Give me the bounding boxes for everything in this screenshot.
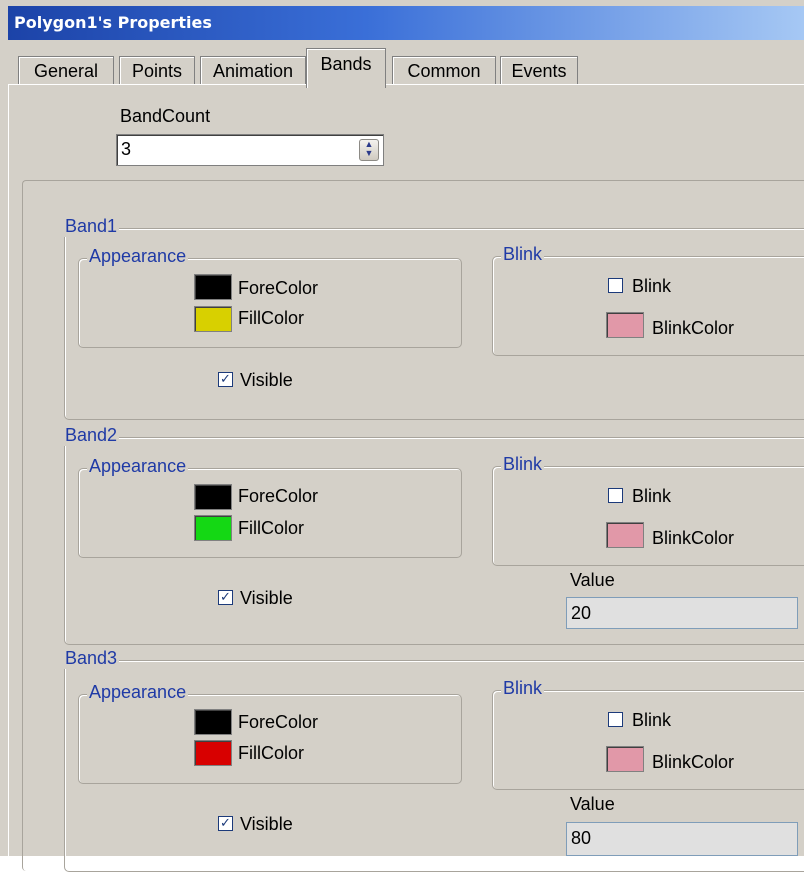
bandcount-value: 3 [121,139,132,159]
tab-animation[interactable]: Animation [200,56,306,86]
band3-blinkcolor-swatch[interactable] [606,746,644,772]
band1-blink-title: Blink [501,244,545,265]
band2-blinkcolor-swatch[interactable] [606,522,644,548]
band2-visible-checkbox[interactable]: ✓ [218,590,233,605]
band2-blink-checkbox[interactable] [608,488,623,503]
band2-appearance-title: Appearance [87,456,189,477]
spin-updown-icon[interactable]: ▲ ▼ [359,139,379,161]
band3-blink-group: Blink [492,678,804,790]
band1-blink-label: Blink [632,276,672,296]
band1-forecolor-swatch[interactable] [194,274,232,300]
band2-appearance-group: Appearance [78,456,462,558]
checkmark-icon: ✓ [220,815,231,830]
band3-blink-checkbox[interactable] [608,712,623,727]
band3-value-label: Value [570,794,615,814]
band1-appearance-title: Appearance [87,246,189,267]
band2-blink-title: Blink [501,454,545,475]
band2-value-input[interactable]: 20 [566,597,798,629]
band3-forecolor-swatch[interactable] [194,709,232,735]
properties-window: Polygon1's Properties General Points Ani… [0,0,804,872]
band1-visible-label: Visible [240,370,293,390]
window-title: Polygon1's Properties [8,6,804,40]
checkmark-icon: ✓ [220,589,231,604]
band1-title: Band1 [63,216,120,237]
band1-visible-checkbox[interactable]: ✓ [218,372,233,387]
band3-fillcolor-swatch[interactable] [194,740,232,766]
band1-forecolor-label: ForeColor [238,278,319,298]
checkmark-icon: ✓ [220,371,231,386]
band2-forecolor-label: ForeColor [238,486,319,506]
band3-blink-label: Blink [632,710,672,730]
band1-blinkcolor-label: BlinkColor [652,318,735,338]
band3-appearance-group: Appearance [78,682,462,784]
band2-fillcolor-label: FillColor [238,518,305,538]
band2-value-label: Value [570,570,615,590]
band3-visible-checkbox[interactable]: ✓ [218,816,233,831]
band3-visible-label: Visible [240,814,293,834]
band1-blink-checkbox[interactable] [608,278,623,293]
band2-forecolor-swatch[interactable] [194,484,232,510]
band2-title: Band2 [63,425,120,446]
band1-blink-group: Blink [492,244,804,356]
band2-fillcolor-swatch[interactable] [194,515,232,541]
band2-blinkcolor-label: BlinkColor [652,528,735,548]
tab-bands[interactable]: Bands [306,48,386,88]
band1-fillcolor-label: FillColor [238,308,305,328]
band1-appearance-group: Appearance [78,246,462,348]
tab-points[interactable]: Points [119,56,195,86]
band2-blink-group: Blink [492,454,804,566]
band1-blinkcolor-swatch[interactable] [606,312,644,338]
band3-blinkcolor-label: BlinkColor [652,752,735,772]
band3-value-input[interactable]: 80 [566,822,798,856]
bandcount-label: BandCount [120,106,211,126]
bandcount-spinner[interactable]: 3 ▲ ▼ [116,134,384,166]
band2-blink-label: Blink [632,486,672,506]
band3-appearance-title: Appearance [87,682,189,703]
tab-events[interactable]: Events [500,56,578,86]
band3-fillcolor-label: FillColor [238,743,305,763]
band3-title: Band3 [63,648,120,669]
band1-fillcolor-swatch[interactable] [194,306,232,332]
band3-forecolor-label: ForeColor [238,712,319,732]
band3-blink-title: Blink [501,678,545,699]
tab-general[interactable]: General [18,56,114,86]
band2-visible-label: Visible [240,588,293,608]
tab-strip: General Points Animation Bands Common Ev… [8,44,804,88]
tab-common[interactable]: Common [392,56,496,86]
